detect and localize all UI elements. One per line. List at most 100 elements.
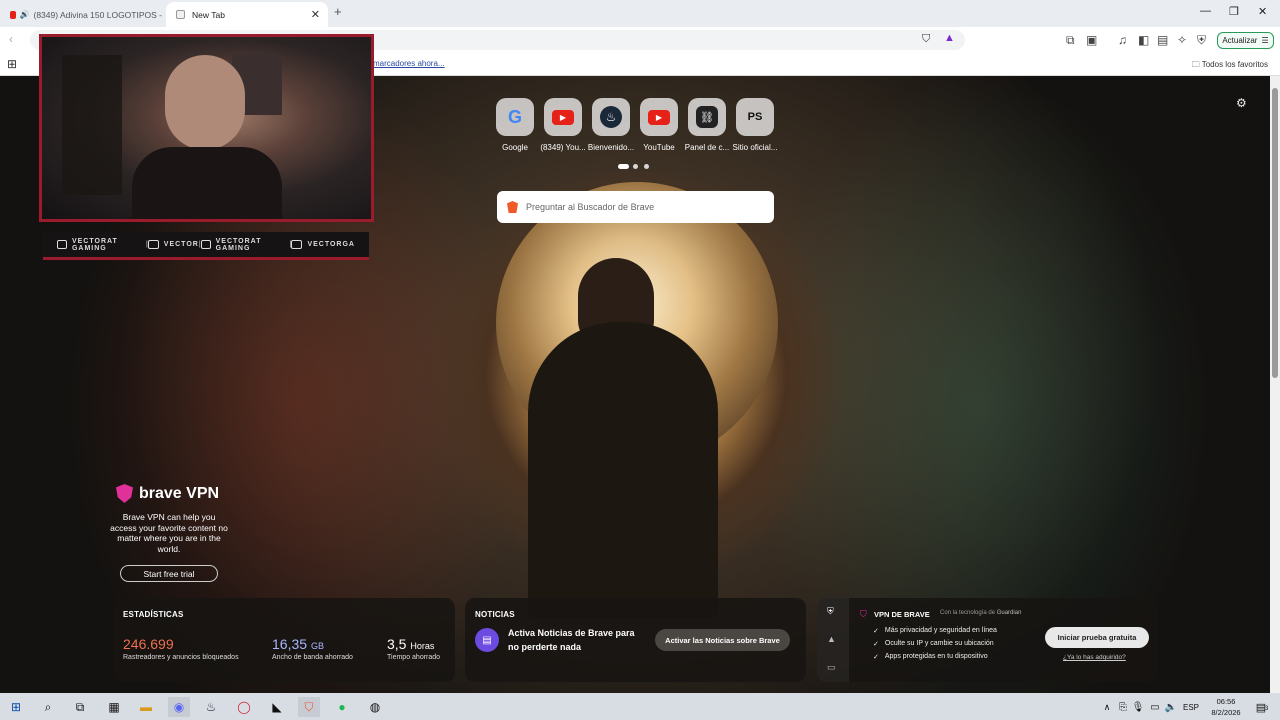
tab-new-tab[interactable]: New Tab ✕ <box>166 2 328 27</box>
discord-icon[interactable]: ◉ <box>168 697 190 717</box>
speaker-icon[interactable]: 🔊 <box>20 10 30 19</box>
update-button[interactable]: Actualizar ☰ <box>1217 32 1274 49</box>
scrollbar-thumb[interactable] <box>1272 88 1278 378</box>
top-site-tile[interactable]: ⛓ <box>688 98 726 136</box>
youtube-icon <box>10 10 16 19</box>
check-icon: ✓ <box>873 628 879 635</box>
news-card: NOTICIAS ▤ Activa Noticias de Brave para… <box>465 598 806 682</box>
top-site-tile[interactable]: ▶ <box>640 98 678 136</box>
opera-icon[interactable]: ◯ <box>233 697 255 717</box>
vpn-feature: ✓ Más privacidad y seguridad en línea <box>873 627 997 635</box>
video-icon[interactable]: ▭ <box>827 662 836 673</box>
vpn-powered-by: Con la tecnología de Guardian <box>940 610 1022 616</box>
triangle-icon[interactable]: ▲ <box>827 634 836 644</box>
vpn-feature: ✓ Oculte su IP y cambie su ubicación <box>873 640 994 648</box>
leo-ai-icon[interactable]: ✧ <box>1177 33 1187 47</box>
pager-dot[interactable] <box>644 164 649 169</box>
instagram-icon <box>291 240 303 249</box>
twitter-icon <box>200 240 211 249</box>
brave-rewards-icon[interactable]: ▲ <box>944 32 955 44</box>
vpn-feature: ✓ Apps protegidas en tu dispositivo <box>873 653 988 661</box>
start-free-trial-button[interactable]: Start free trial <box>120 565 218 582</box>
shield-icon[interactable]: ⛨ <box>827 606 834 617</box>
obs-icon[interactable]: ◍ <box>364 697 386 717</box>
app-icon[interactable]: ▦ <box>103 697 125 717</box>
stats-card: ESTADÍSTICAS 246.699 Rastreadores y anun… <box>113 598 455 682</box>
top-site-tile[interactable]: G <box>496 98 534 136</box>
vpn-logo-icon: ⛉ <box>860 609 867 619</box>
enable-news-button[interactable]: Activar las Noticias sobre Brave <box>655 629 790 651</box>
steam-icon: ♨ <box>600 106 622 128</box>
volume-icon[interactable]: 🔈 <box>1160 697 1182 717</box>
tab-title: New Tab <box>192 9 225 20</box>
pager-dot[interactable] <box>633 164 638 169</box>
top-site-tile[interactable]: ♨ <box>592 98 630 136</box>
notifications-icon[interactable]: ▤ <box>1250 697 1272 717</box>
back-icon[interactable]: ‹ <box>9 32 13 46</box>
sidebar-icon[interactable]: ◧ <box>1138 33 1149 47</box>
clock-time[interactable]: 06:56 <box>1208 697 1244 706</box>
brave-shields-icon[interactable]: ⛉ <box>922 33 930 46</box>
folder-icon: 🗀 <box>1191 60 1200 69</box>
minimize-button[interactable]: — <box>1200 5 1211 17</box>
start-icon[interactable]: ⊞ <box>5 697 27 717</box>
screenshot-icon[interactable]: ▣ <box>1086 33 1097 47</box>
vpn-logo-icon <box>116 484 133 503</box>
settings-gear-icon[interactable]: ⚙ <box>1236 96 1247 110</box>
news-text: Activa Noticias de Brave para no perdert… <box>508 628 635 652</box>
task-view-icon[interactable]: ⧉ <box>69 697 91 717</box>
wallet-icon[interactable]: ▤ <box>1157 33 1168 47</box>
tab-title: (8349) Adivina 150 LOGOTIPOS - <box>33 9 162 20</box>
time-saved-label: Tiempo ahorrado <box>387 654 441 661</box>
top-site-tile[interactable]: PS <box>736 98 774 136</box>
twitch-icon <box>147 240 159 249</box>
check-icon: ✓ <box>873 654 879 661</box>
webcam-chair <box>62 55 122 195</box>
top-site-label: Google <box>502 143 528 152</box>
close-tab-icon[interactable]: ✕ <box>311 8 320 21</box>
steam-icon[interactable]: ♨ <box>200 697 222 717</box>
vpn-shield-icon[interactable]: ⛨ <box>1197 33 1206 48</box>
search-icon[interactable]: ⌕ <box>37 697 59 717</box>
bandwidth-label: Ancho de banda ahorrado <box>272 654 353 661</box>
stream-social-bar: VECTORAT GAMING | VECTOR | VECTORAT GAMING | V… <box>43 232 369 260</box>
check-icon: ✓ <box>873 641 879 648</box>
spotify-icon[interactable]: ● <box>331 697 353 717</box>
vpn-card-title: VPN DE BRAVE <box>874 610 930 619</box>
top-site-label: (8349) You... <box>540 143 586 152</box>
bandwidth-value: 16,35 GB <box>272 636 324 652</box>
brave-lion-icon <box>507 201 518 213</box>
background-person <box>528 322 718 618</box>
language-indicator[interactable]: ESP <box>1183 703 1199 712</box>
taskbar <box>0 693 1280 720</box>
media-icon[interactable]: ♫ <box>1118 33 1127 47</box>
news-title: NOTICIAS <box>475 610 515 619</box>
pager-dot-active[interactable] <box>618 164 629 169</box>
epic-icon[interactable]: ◣ <box>266 697 288 717</box>
restore-button[interactable]: ❐ <box>1229 5 1239 18</box>
youtube-icon: ▶ <box>552 109 574 125</box>
extensions-icon[interactable]: ⧉ <box>1066 33 1075 48</box>
all-bookmarks-button[interactable]: 🗀 Todos los favoritos <box>1192 59 1268 73</box>
social-item: VECTORAT GAMING <box>57 238 146 252</box>
search-box[interactable]: Preguntar al Buscador de Brave <box>497 191 774 223</box>
import-bookmarks-link[interactable]: marcadores ahora... <box>373 59 445 68</box>
clock-date[interactable]: 8/2/2026 <box>1204 708 1248 717</box>
file-explorer-icon[interactable]: ▬ <box>135 697 157 717</box>
window-close-button[interactable]: ✕ <box>1258 5 1267 18</box>
social-item: VECTORGA <box>291 240 355 249</box>
start-trial-button[interactable]: Iniciar prueba gratuita <box>1045 627 1149 648</box>
top-site-tile[interactable]: ▶ <box>544 98 582 136</box>
new-tab-button[interactable]: + <box>334 4 342 19</box>
brave-taskbar-icon[interactable]: ⛉ <box>298 697 320 717</box>
already-purchased-link[interactable]: ¿Ya lo has adquirido? <box>1063 654 1126 661</box>
news-icon: ▤ <box>475 628 499 652</box>
top-site-label: Sitio oficial... <box>732 143 778 152</box>
link-icon: ⛓ <box>696 106 718 128</box>
top-site-label: Bienvenido... <box>587 143 635 152</box>
tab-youtube[interactable]: 🔊 (8349) Adivina 150 LOGOTIPOS - <box>4 2 162 27</box>
vpn-brand: brave VPN <box>116 484 219 503</box>
vpn-card: ⛨ ▲ ▭ ⛉ VPN DE BRAVE Con la tecnología d… <box>817 598 1158 682</box>
apps-grid-icon[interactable]: ⊞ <box>7 57 17 71</box>
social-item: VECTORAT GAMING <box>200 238 290 252</box>
